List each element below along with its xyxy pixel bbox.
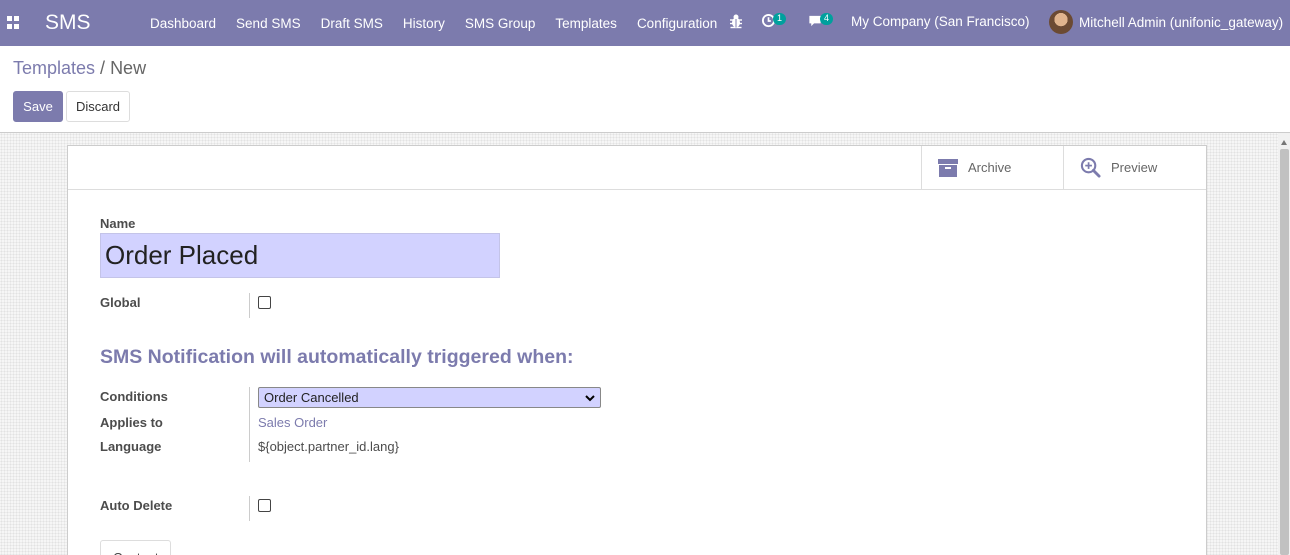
- tab-content[interactable]: Content: [100, 540, 171, 555]
- language-label: Language: [100, 439, 162, 454]
- breadcrumb-separator: /: [100, 58, 106, 78]
- applies-to-link[interactable]: Sales Order: [258, 415, 327, 430]
- section-title: SMS Notification will automatically trig…: [100, 346, 574, 368]
- message-count-badge: 4: [820, 13, 833, 25]
- discard-button[interactable]: Discard: [66, 91, 130, 122]
- archive-button[interactable]: Archive: [921, 146, 1063, 189]
- app-brand[interactable]: SMS: [45, 11, 91, 35]
- breadcrumb: Templates / New: [13, 58, 146, 79]
- apps-menu-icon[interactable]: [7, 16, 20, 29]
- main-menu: Dashboard Send SMS Draft SMS History SMS…: [140, 0, 727, 46]
- name-label: Name: [100, 216, 136, 231]
- avatar: [1049, 10, 1073, 34]
- company-switcher[interactable]: My Company (San Francisco): [851, 14, 1030, 29]
- applies-to-label: Applies to: [100, 415, 163, 430]
- form-sheet: Archive Preview Name Order Placed Global…: [67, 145, 1207, 555]
- button-box: Archive Preview: [68, 146, 1206, 190]
- conditions-select[interactable]: Order Cancelled: [258, 387, 601, 408]
- archive-label: Archive: [968, 160, 1012, 175]
- global-checkbox[interactable]: [258, 296, 271, 309]
- global-label: Global: [100, 295, 141, 310]
- scrollbar-thumb[interactable]: [1280, 149, 1289, 555]
- preview-label: Preview: [1111, 160, 1158, 175]
- activity-count-badge: 1: [773, 13, 786, 25]
- language-value[interactable]: ${object.partner_id.lang}: [258, 439, 399, 454]
- field-separator: [249, 293, 250, 318]
- name-input[interactable]: Order Placed: [100, 233, 500, 278]
- preview-button[interactable]: Preview: [1063, 146, 1206, 189]
- auto-delete-label: Auto Delete: [100, 498, 173, 513]
- top-navbar: SMS Dashboard Send SMS Draft SMS History…: [0, 0, 1290, 46]
- menu-item-draft-sms[interactable]: Draft SMS: [311, 16, 393, 31]
- save-button[interactable]: Save: [13, 91, 63, 122]
- archive-icon: [938, 158, 958, 177]
- conditions-label: Conditions: [100, 389, 168, 404]
- conditions-selected-value: Order Cancelled: [264, 390, 359, 405]
- zoom-in-icon: [1080, 157, 1101, 178]
- bug-icon[interactable]: [729, 13, 743, 29]
- field-separator: [249, 387, 250, 462]
- chevron-down-icon: [585, 395, 595, 402]
- breadcrumb-current: New: [110, 58, 147, 78]
- menu-item-send-sms[interactable]: Send SMS: [226, 16, 311, 31]
- menu-item-history[interactable]: History: [393, 16, 455, 31]
- menu-item-dashboard[interactable]: Dashboard: [140, 16, 226, 31]
- field-separator: [249, 496, 250, 521]
- user-menu[interactable]: Mitchell Admin (unifonic_gateway): [1049, 10, 1283, 34]
- auto-delete-checkbox[interactable]: [258, 499, 271, 512]
- menu-item-configuration[interactable]: Configuration: [627, 16, 727, 31]
- menu-item-sms-group[interactable]: SMS Group: [455, 16, 546, 31]
- menu-item-templates[interactable]: Templates: [545, 16, 627, 31]
- breadcrumb-templates-link[interactable]: Templates: [13, 58, 95, 78]
- scroll-up-arrow-icon[interactable]: [1281, 140, 1287, 145]
- user-name: Mitchell Admin (unifonic_gateway): [1079, 14, 1284, 30]
